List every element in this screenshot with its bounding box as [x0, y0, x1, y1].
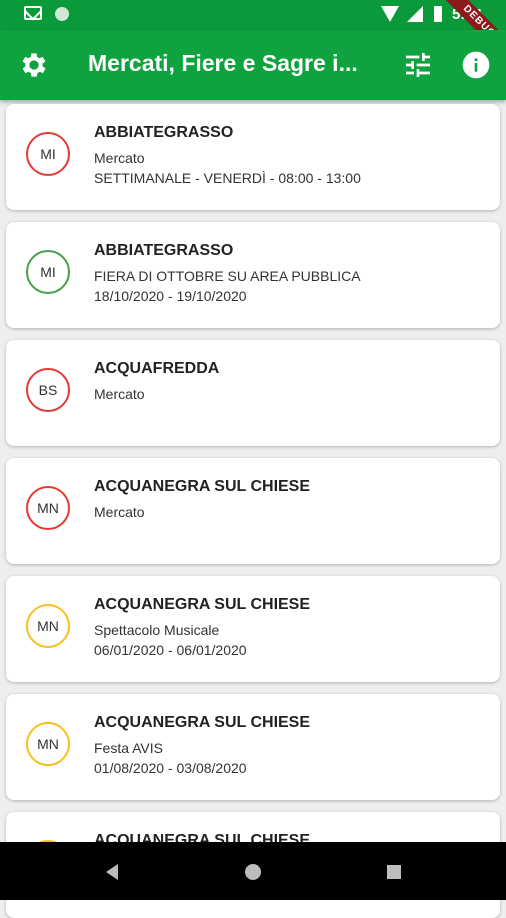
wifi-icon: [381, 6, 399, 22]
list-item[interactable]: MI ABBIATEGRASSO FIERA DI OTTOBRE SU ARE…: [6, 222, 500, 328]
recents-icon[interactable]: [387, 865, 401, 879]
filter-button[interactable]: [402, 49, 434, 81]
tune-icon: [406, 53, 430, 77]
list-item[interactable]: MI ABBIATEGRASSO Mercato SETTIMANALE - V…: [6, 104, 500, 210]
province-badge: MN: [26, 486, 70, 530]
town-name: ACQUANEGRA SUL CHIESE: [94, 478, 311, 495]
town-name: ABBIATEGRASSO: [94, 124, 234, 141]
event-type: Mercato: [94, 150, 145, 166]
settings-button[interactable]: [18, 49, 50, 81]
battery-icon: [434, 6, 442, 22]
town-name: ACQUANEGRA SUL CHIESE: [94, 596, 311, 613]
list-item[interactable]: MN ACQUANEGRA SUL CHIESE Mercato: [6, 458, 500, 564]
event-details: 18/10/2020 - 19/10/2020: [94, 288, 247, 304]
page-title: Mercati, Fiere e Sagre i...: [88, 50, 358, 76]
info-icon: [462, 51, 490, 79]
gear-icon: [22, 53, 46, 77]
event-type: Spettacolo Musicale: [94, 622, 220, 638]
province-badge: MN: [26, 604, 70, 648]
province-badge: MN: [26, 722, 70, 766]
notification-dot-icon: [55, 7, 69, 21]
list-item[interactable]: MN ACQUANEGRA SUL CHIESE Festa AVIS 01/0…: [6, 694, 500, 800]
event-type: Mercato: [94, 504, 145, 520]
event-details: SETTIMANALE - VENERDÌ - 08:00 - 13:00: [94, 170, 361, 186]
town-name: ABBIATEGRASSO: [94, 242, 234, 259]
back-icon[interactable]: [106, 864, 118, 880]
info-button[interactable]: [460, 49, 492, 81]
province-badge: BS: [26, 368, 70, 412]
province-badge: MI: [26, 250, 70, 294]
list-item[interactable]: MN ACQUANEGRA SUL CHIESE Spettacolo Musi…: [6, 576, 500, 682]
gmail-notification-icon: [24, 6, 42, 20]
event-details: 01/08/2020 - 03/08/2020: [94, 760, 247, 776]
province-badge: MI: [26, 132, 70, 176]
event-type: FIERA DI OTTOBRE SU AREA PUBBLICA: [94, 268, 361, 284]
home-icon[interactable]: [245, 864, 261, 880]
system-nav-bar: [0, 842, 506, 900]
town-name: ACQUANEGRA SUL CHIESE: [94, 714, 311, 731]
event-type: Mercato: [94, 386, 145, 402]
app-bar: Mercati, Fiere e Sagre i...: [0, 30, 506, 100]
event-type: Festa AVIS: [94, 740, 163, 756]
list-item[interactable]: BS ACQUAFREDDA Mercato: [6, 340, 500, 446]
town-name: ACQUAFREDDA: [94, 360, 220, 377]
event-details: 06/01/2020 - 06/01/2020: [94, 642, 247, 658]
signal-icon: [407, 6, 423, 22]
status-bar: 5:44 DEBUG: [0, 0, 506, 67]
